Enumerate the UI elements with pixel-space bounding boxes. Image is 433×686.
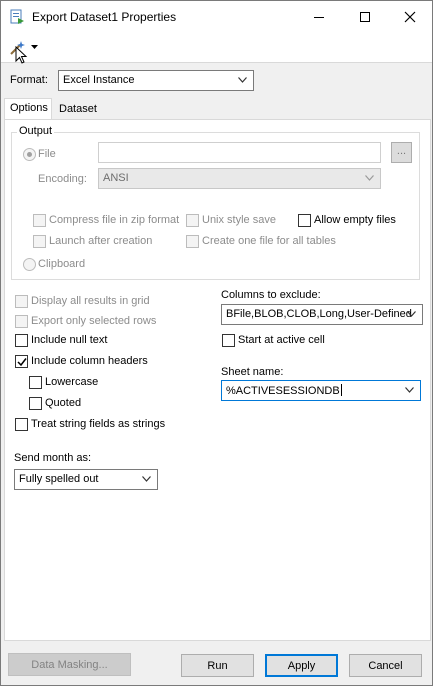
clipboard-label: Clipboard — [38, 258, 86, 270]
display-all-checkbox[interactable] — [15, 295, 28, 308]
treat-strings-checkbox[interactable] — [15, 418, 28, 431]
browse-file-button[interactable]: ... — [391, 142, 412, 163]
title-bar[interactable]: Export Dataset1 Properties — [1, 1, 432, 32]
file-radio[interactable] — [23, 148, 36, 161]
start-active-label: Start at active cell — [238, 334, 325, 346]
file-radio-label: File — [38, 148, 56, 160]
include-headers-label: Include column headers — [31, 355, 148, 367]
run-button[interactable]: Run — [181, 654, 254, 677]
text-caret — [340, 384, 342, 396]
compress-checkbox[interactable] — [33, 214, 46, 227]
export-selected-checkbox[interactable] — [15, 315, 28, 328]
data-masking-label: Data Masking... — [31, 658, 108, 671]
quoted-label: Quoted — [45, 397, 82, 409]
file-path-input[interactable] — [98, 142, 381, 163]
format-select[interactable]: Excel Instance — [58, 70, 254, 91]
format-label: Format: — [10, 74, 48, 86]
export-selected-label: Export only selected rows — [31, 315, 157, 327]
chevron-down-icon — [405, 387, 414, 393]
chevron-down-icon — [142, 476, 151, 482]
apply-label: Apply — [287, 659, 316, 672]
window-title: Export Dataset1 Properties — [32, 10, 177, 24]
export-app-icon — [10, 9, 24, 24]
tab-dataset[interactable]: Dataset — [54, 100, 102, 120]
sheet-name-value: %ACTIVESESSIONDB — [226, 385, 340, 397]
one-file-checkbox[interactable] — [186, 235, 199, 248]
allow-empty-label: Allow empty files — [314, 214, 396, 226]
quoted-checkbox[interactable] — [29, 397, 42, 410]
send-month-value: Fully spelled out — [19, 473, 99, 485]
unix-style-label: Unix style save — [202, 214, 276, 226]
cancel-label: Cancel — [368, 659, 403, 672]
dropdown-arrow-icon — [31, 45, 38, 49]
cancel-button[interactable]: Cancel — [349, 654, 422, 677]
encoding-label: Encoding: — [38, 173, 87, 185]
checkmark-icon — [17, 358, 27, 367]
minimize-button[interactable] — [296, 1, 342, 32]
browse-file-label: ... — [396, 145, 407, 157]
tab-options-label: Options — [10, 102, 48, 114]
export-properties-dialog: Export Dataset1 Properties Format: Excel… — [0, 0, 433, 686]
launch-after-label: Launch after creation — [49, 235, 153, 247]
send-month-select[interactable]: Fully spelled out — [14, 469, 158, 490]
compress-label: Compress file in zip format — [49, 214, 180, 226]
tab-options[interactable]: Options — [4, 98, 52, 120]
one-file-label: Create one file for all tables — [202, 235, 336, 247]
maximize-icon — [360, 11, 370, 22]
format-value: Excel Instance — [63, 74, 135, 86]
include-null-checkbox[interactable] — [15, 334, 28, 347]
close-button[interactable] — [387, 1, 433, 32]
mouse-cursor-icon — [15, 46, 28, 64]
chevron-down-icon — [365, 175, 374, 181]
lowercase-label: Lowercase — [45, 376, 99, 388]
tab-dataset-label: Dataset — [59, 103, 97, 115]
columns-exclude-value: BFile,BLOB,CLOB,Long,User-Defined — [226, 308, 412, 320]
minimize-icon — [314, 16, 324, 18]
output-legend: Output — [17, 125, 55, 137]
maximize-button[interactable] — [342, 1, 388, 32]
include-null-label: Include null text — [31, 334, 108, 346]
data-masking-button[interactable]: Data Masking... — [8, 653, 131, 676]
sheet-name-label: Sheet name: — [221, 366, 284, 378]
close-icon — [404, 11, 416, 22]
apply-button[interactable]: Apply — [265, 654, 338, 677]
send-month-label: Send month as: — [14, 452, 92, 464]
allow-empty-checkbox[interactable] — [298, 214, 311, 227]
start-active-checkbox[interactable] — [222, 334, 235, 347]
columns-exclude-label: Columns to exclude: — [221, 289, 321, 301]
encoding-value: ANSI — [103, 172, 129, 184]
columns-exclude-select[interactable]: BFile,BLOB,CLOB,Long,User-Defined — [221, 304, 423, 325]
sheet-name-combo[interactable]: %ACTIVESESSIONDB — [221, 380, 421, 401]
encoding-select[interactable]: ANSI — [98, 168, 381, 189]
include-headers-checkbox[interactable] — [15, 355, 28, 368]
unix-style-checkbox[interactable] — [186, 214, 199, 227]
chevron-down-icon — [238, 77, 247, 83]
chevron-down-icon — [407, 311, 416, 317]
display-all-label: Display all results in grid — [31, 295, 150, 307]
clipboard-radio[interactable] — [23, 258, 36, 271]
lowercase-checkbox[interactable] — [29, 376, 42, 389]
launch-after-checkbox[interactable] — [33, 235, 46, 248]
treat-strings-label: Treat string fields as strings — [31, 418, 166, 430]
toolbar — [1, 32, 432, 64]
run-label: Run — [207, 659, 228, 672]
